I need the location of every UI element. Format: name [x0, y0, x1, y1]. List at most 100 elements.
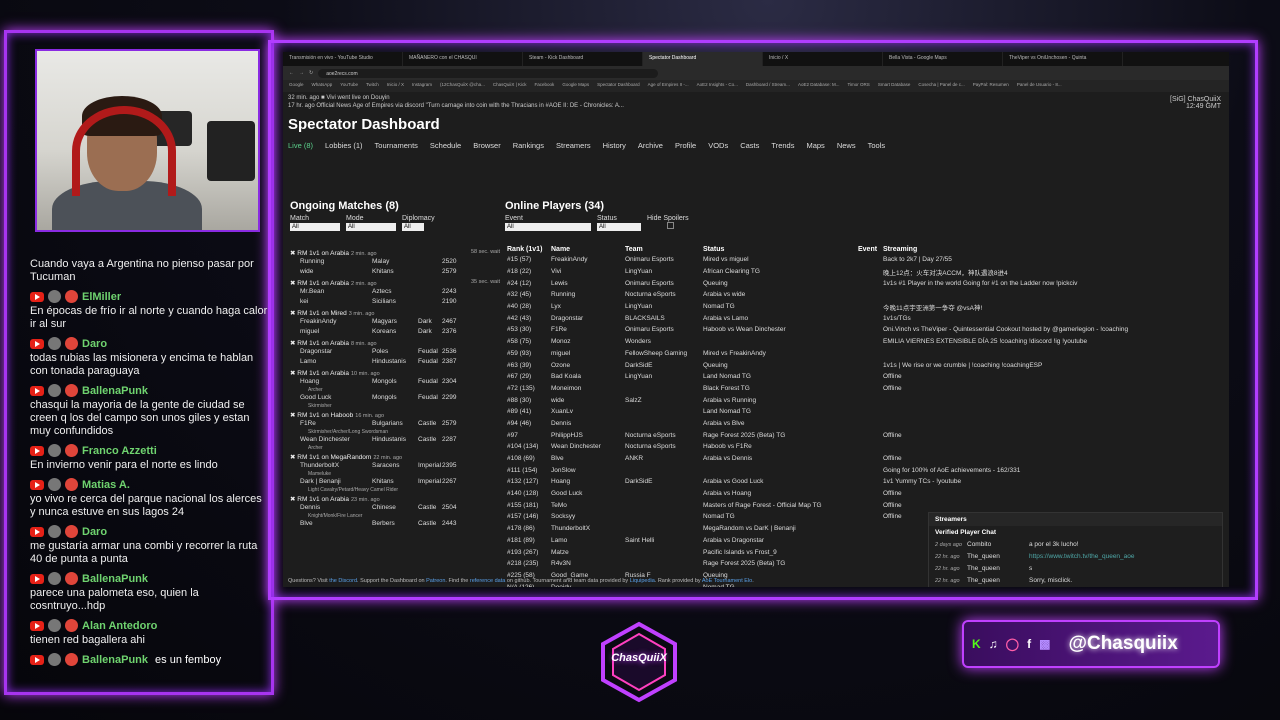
bookmark-item[interactable]: Facebook	[535, 82, 555, 90]
chat-user[interactable]: The_queen	[967, 563, 1029, 575]
nav-item-history[interactable]: History	[603, 141, 626, 150]
match-player-row[interactable]: ThunderboltX Saracens Imperial 2395	[290, 461, 500, 471]
player-name[interactable]: R4v3N	[549, 558, 623, 570]
chat-username[interactable]: BallenaPunk	[82, 385, 148, 397]
player-status[interactable]: MegaRandom vs DarK | Benanji	[701, 523, 856, 535]
player-row[interactable]: #132 (127) Hoang DarkSidE Arabia vs Good Lu…	[505, 476, 1225, 488]
liquipedia-link[interactable]: Liquipedia	[630, 578, 655, 584]
player-name[interactable]: Lyx	[549, 301, 623, 313]
bookmark-item[interactable]: Spectator Dashboard	[597, 82, 640, 90]
player-stream[interactable]: Offline	[881, 488, 1225, 500]
player-name[interactable]: F1Re	[549, 324, 623, 336]
player-status[interactable]: Arabia vs Dragonstar	[701, 535, 856, 547]
player-row[interactable]: #24 (12) Lewis Onimaru Esports Queuing 1v1s …	[505, 277, 1225, 289]
player-name[interactable]: XuanLv	[549, 406, 623, 418]
player-status[interactable]: African Clearing TG	[701, 266, 856, 278]
reload-icon[interactable]: ↻	[309, 70, 313, 76]
match-player-row[interactable]: Hoang Mongols Feudal 2304	[290, 377, 500, 387]
player-row[interactable]: #42 (43) Dragonstar BLACKSAILS Arabia vs La…	[505, 312, 1225, 324]
player-status[interactable]: Arabia vs wide	[701, 289, 856, 301]
match-player-row[interactable]: Dragonstar Poles Feudal 2536	[290, 347, 500, 357]
player-row[interactable]: #67 (29) Bad Koala LingYuan Land Nomad TG Of…	[505, 371, 1225, 383]
player-row[interactable]: #155 (181) TeMo Masters of Rage Forest - O…	[505, 499, 1225, 511]
player-stream[interactable]: 今晚11点宇亚洲第一争夺 @vsA神!	[881, 301, 1225, 313]
match-header[interactable]: ✖ RM 1v1 on Arabia 23 min. ago	[290, 495, 500, 503]
player-status[interactable]: Arabia vs Dennis	[701, 453, 856, 465]
browser-tab[interactable]: Bella Vista - Google Maps	[883, 52, 1003, 66]
hide-spoilers-checkbox[interactable]	[667, 222, 674, 229]
player-stream[interactable]: Going for 100% of AoE achievements - 162…	[881, 464, 1225, 476]
player-row[interactable]: #18 (22) Vivi LingYuan African Clearing TG 晚…	[505, 266, 1225, 278]
address-bar[interactable]: aoe2recs.com	[318, 68, 659, 78]
player-status[interactable]: Pacific Islands vs Frost_9	[701, 546, 856, 558]
player-name[interactable]: wide	[549, 394, 623, 406]
nav-item-trends[interactable]: Trends	[771, 141, 794, 150]
player-row[interactable]: #59 (93) miguel FellowSheep Gaming Mired vs…	[505, 348, 1225, 360]
bookmark-item[interactable]: Timor ORS	[847, 82, 869, 90]
player-status[interactable]: Mired vs FreakinAndy	[701, 348, 856, 360]
browser-tab[interactable]: Inicio / X	[763, 52, 883, 66]
player-status[interactable]: Land Nomad TG	[701, 406, 856, 418]
back-icon[interactable]: ←	[289, 70, 294, 76]
forward-icon[interactable]: →	[299, 70, 304, 76]
player-status[interactable]	[701, 336, 856, 348]
player-row[interactable]: #94 (46) Dennis Arabia vs Blve	[505, 418, 1225, 430]
chat-user[interactable]: The_queen	[967, 575, 1029, 587]
player-status[interactable]: Land Nomad TG	[701, 371, 856, 383]
player-name[interactable]: Ozone	[549, 359, 623, 371]
bookmark-item[interactable]: Inicio / X	[387, 82, 404, 90]
browser-tab[interactable]: MAÑANERO con el CHASQUI	[403, 52, 523, 66]
chat-text[interactable]: https://www.twitch.tv/the_queen_aoe	[1029, 551, 1216, 563]
match-header[interactable]: ✖ RM 1v1 on Haboob 16 min. ago	[290, 411, 500, 419]
player-name[interactable]: Dennis	[549, 418, 623, 430]
player-row[interactable]: #53 (30) F1Re Onimaru Esports Haboob vs Wea…	[505, 324, 1225, 336]
player-status[interactable]: Arabia vs Blve	[701, 418, 856, 430]
player-name[interactable]: Lamo	[549, 535, 623, 547]
player-stream[interactable]	[881, 394, 1225, 406]
player-name[interactable]: Good Luck	[549, 488, 623, 500]
match-header[interactable]: ✖ RM 1v1 on Arabia 8 min. ago	[290, 339, 500, 347]
bookmark-item[interactable]: Smart Database	[878, 82, 911, 90]
bookmark-item[interactable]: Cosecha | Panel de c...	[918, 82, 964, 90]
player-status[interactable]: Arabia vs Hoang	[701, 488, 856, 500]
nav-item-browser[interactable]: Browser	[473, 141, 501, 150]
match-player-row[interactable]: Dark | Benanji Khitans Imperial 2267	[290, 477, 500, 487]
chat-user[interactable]: Combito	[967, 539, 1029, 551]
player-row[interactable]: #88 (30) wide SalzZ Arabia vs Running	[505, 394, 1225, 406]
player-stream[interactable]: Offline	[881, 383, 1225, 395]
nav-item-tools[interactable]: Tools	[868, 141, 886, 150]
reference-data-link[interactable]: reference data	[470, 578, 505, 584]
player-status[interactable]: Rage Forest 2025 (Beta) TG	[701, 558, 856, 570]
player-status[interactable]: Haboob vs Wean Dinchester	[701, 324, 856, 336]
chat-username[interactable]: ElMiller	[82, 291, 121, 303]
bookmark-item[interactable]: Age of Empires II -...	[648, 82, 689, 90]
browser-tab[interactable]: Transmisión en vivo - YouTube Studio	[283, 52, 403, 66]
player-stream[interactable]: Back to 2k7 | Day 27/55	[881, 254, 1225, 266]
bookmark-item[interactable]: (12ChasQuiiX @cha...	[440, 82, 485, 90]
player-stream[interactable]	[881, 418, 1225, 430]
nav-item-news[interactable]: News	[837, 141, 856, 150]
player-status[interactable]: Arabia vs Good Luck	[701, 476, 856, 488]
player-name[interactable]: PhilippHJS	[549, 429, 623, 441]
nav-item-lobbies[interactable]: Lobbies (1)	[325, 141, 363, 150]
column-header[interactable]: Streaming	[881, 245, 1225, 254]
player-stream[interactable]	[881, 406, 1225, 418]
player-status[interactable]: Arabia vs Running	[701, 394, 856, 406]
player-stream[interactable]: 1v1s/TGs	[881, 312, 1225, 324]
bookmark-item[interactable]: Dashboard / Stream...	[746, 82, 790, 90]
player-stream[interactable]: 晚上12点：火车对决ACCM，神队遇浪8进4	[881, 266, 1225, 278]
bookmark-item[interactable]: AoE2 Database: M...	[798, 82, 840, 90]
player-row[interactable]: #104 (134) Wean Dinchester Nocturna eSport…	[505, 441, 1225, 453]
chat-username[interactable]: BallenaPunk	[82, 654, 148, 666]
player-row[interactable]: #15 (57) FreakinAndy Onimaru Esports Mired …	[505, 254, 1225, 266]
match-player-row[interactable]: wide Khitans 2579	[290, 267, 500, 277]
bookmark-item[interactable]: PayPal: Resumen	[973, 82, 1009, 90]
player-name[interactable]: Bad Koala	[549, 371, 623, 383]
player-stream[interactable]: Offline	[881, 453, 1225, 465]
column-header[interactable]: Status	[701, 245, 856, 254]
nav-item-profile[interactable]: Profile	[675, 141, 696, 150]
player-stream[interactable]: 1v1s #1 Player in the world Going for #1…	[881, 277, 1225, 289]
bookmark-item[interactable]: Instagram	[412, 82, 432, 90]
discord-link[interactable]: the Discord	[329, 578, 357, 584]
player-status[interactable]: Mired vs miguel	[701, 254, 856, 266]
